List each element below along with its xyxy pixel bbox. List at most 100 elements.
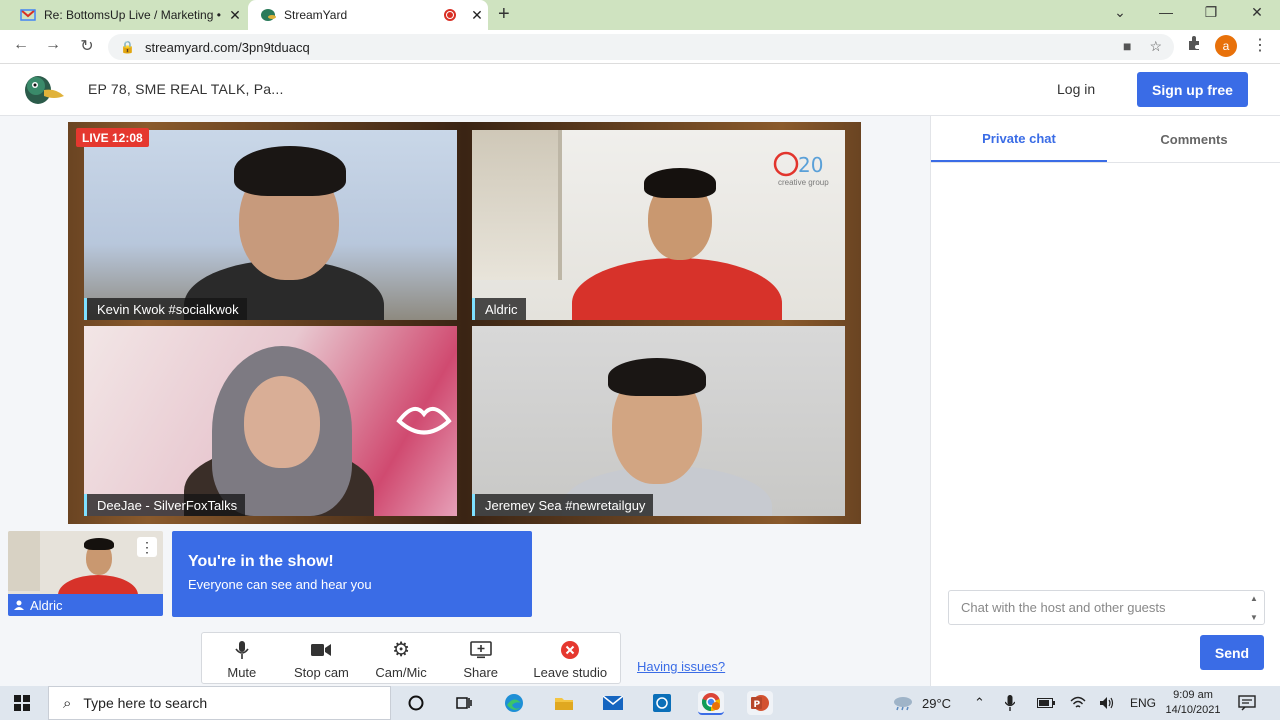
- window-blind: [472, 130, 562, 280]
- close-circle-icon: [560, 639, 580, 661]
- tab-title: StreamYard: [284, 8, 348, 22]
- language-indicator[interactable]: ENG: [1130, 686, 1156, 720]
- participant-name: Kevin Kwok #socialkwok: [84, 298, 247, 320]
- video-tile[interactable]: Jeremey Sea #newretailguy: [472, 326, 845, 516]
- taskbar-search-text: Type here to search: [83, 695, 208, 711]
- camera-in-use-icon[interactable]: ■: [1123, 38, 1131, 55]
- wifi-icon[interactable]: [1070, 686, 1086, 720]
- taskbar-clock[interactable]: 9:09 am 14/10/2021: [1160, 688, 1226, 718]
- restore-icon[interactable]: ❐: [1201, 4, 1221, 21]
- windows-start-icon[interactable]: [14, 695, 30, 711]
- new-tab-button[interactable]: +: [498, 3, 510, 26]
- login-link[interactable]: Log in: [1057, 81, 1095, 97]
- recording-indicator-icon: [444, 9, 456, 21]
- participant-figure: [84, 538, 114, 550]
- dell-app-icon[interactable]: [649, 691, 675, 715]
- chrome-icon[interactable]: [698, 691, 724, 715]
- url-text: streamyard.com/3pn9tduacq: [144, 39, 310, 55]
- participant-name: Jeremey Sea #newretailguy: [472, 494, 654, 516]
- notifications-icon[interactable]: [1238, 686, 1256, 720]
- mail-icon[interactable]: [600, 691, 626, 715]
- back-icon[interactable]: ←: [10, 36, 32, 54]
- bookmark-star-icon[interactable]: ☆: [1149, 38, 1162, 55]
- stop-cam-button[interactable]: Stop cam: [282, 633, 362, 685]
- cortana-icon[interactable]: [403, 691, 429, 715]
- reload-icon[interactable]: ↻: [76, 36, 98, 56]
- tab-comments[interactable]: Comments: [1107, 116, 1280, 162]
- svg-text:P: P: [754, 700, 761, 710]
- more-options-icon[interactable]: ⋮: [137, 537, 157, 557]
- share-screen-button[interactable]: Share: [441, 633, 521, 685]
- send-button[interactable]: Send: [1200, 635, 1264, 670]
- site-header: EP 78, SME REAL TALK, Pa... Log in Sign …: [0, 64, 1280, 116]
- edge-browser-icon[interactable]: [501, 691, 527, 715]
- participant-figure: [572, 258, 782, 320]
- cam-mic-settings-button[interactable]: ⚙ Cam/Mic: [361, 633, 441, 685]
- self-preview[interactable]: ⋮ Aldric: [8, 531, 163, 616]
- close-tab-icon[interactable]: ✕: [224, 7, 246, 24]
- neon-lips-icon: [396, 406, 452, 435]
- in-show-status-card: You're in the show! Everyone can see and…: [172, 531, 532, 617]
- browser-tab-strip: Re: BottomsUp Live / Marketing • ✕ Strea…: [0, 0, 1280, 30]
- video-tile[interactable]: Kevin Kwok #socialkwok: [84, 130, 457, 320]
- streamyard-logo[interactable]: [22, 72, 66, 108]
- microphone-icon: [235, 639, 249, 661]
- mute-button[interactable]: Mute: [202, 633, 282, 685]
- tab-private-chat[interactable]: Private chat: [931, 116, 1107, 162]
- live-badge: LIVE 12:08: [76, 128, 149, 147]
- lock-icon: 🔒: [120, 40, 135, 54]
- chat-panel: Private chat Comments Send: [930, 116, 1280, 686]
- browser-menu-icon[interactable]: ⋮: [1252, 35, 1268, 55]
- share-label: Share: [463, 664, 499, 680]
- file-explorer-icon[interactable]: [551, 691, 577, 715]
- volume-icon[interactable]: [1099, 686, 1115, 720]
- tab-search-icon[interactable]: ⌄: [1110, 4, 1130, 21]
- url-field[interactable]: 🔒 streamyard.com/3pn9tduacq ■ ☆: [108, 34, 1174, 60]
- tab-divider: [931, 162, 1280, 163]
- camera-icon: [311, 639, 332, 661]
- leave-studio-button[interactable]: Leave studio: [521, 633, 621, 685]
- participant-figure: [244, 376, 320, 468]
- mute-label: Mute: [227, 664, 257, 680]
- gmail-icon: [20, 7, 36, 23]
- extensions-icon[interactable]: [1186, 35, 1202, 51]
- browser-tab-streamyard[interactable]: StreamYard ✕: [248, 0, 488, 30]
- broadcast-stage: LIVE 12:08 Kevin Kwok #socialkwok 20 cre…: [68, 122, 861, 524]
- show-hidden-icons-icon[interactable]: ⌃: [974, 686, 985, 720]
- minimize-icon[interactable]: —: [1156, 4, 1176, 20]
- windows-taskbar: ⌕ Type here to search P 29°C ⌃ ENG 9:09 …: [0, 686, 1280, 720]
- tab-title: Re: BottomsUp Live / Marketing •: [44, 8, 221, 22]
- self-name-bar: Aldric: [8, 594, 163, 616]
- weather-widget[interactable]: 29°C: [892, 686, 951, 720]
- video-tile[interactable]: 20 creative group Aldric: [472, 130, 845, 320]
- task-view-icon[interactable]: [451, 691, 477, 715]
- taskbar-search[interactable]: ⌕ Type here to search: [48, 686, 391, 720]
- self-name: Aldric: [30, 597, 63, 613]
- participant-name: Aldric: [472, 298, 526, 320]
- profile-avatar[interactable]: a: [1215, 35, 1237, 57]
- clock-time: 9:09 am: [1173, 689, 1213, 701]
- battery-icon[interactable]: [1037, 686, 1055, 720]
- leave-label: Leave studio: [533, 664, 608, 680]
- stop-cam-label: Stop cam: [293, 664, 349, 680]
- person-icon: [14, 600, 24, 610]
- close-window-icon[interactable]: ✕: [1247, 4, 1267, 21]
- svg-text:20: 20: [798, 153, 823, 177]
- window-blind: [8, 531, 40, 591]
- video-tile[interactable]: DeeJae - SilverFoxTalks: [84, 326, 457, 516]
- clock-date: 14/10/2021: [1165, 704, 1221, 716]
- microphone-tray-icon[interactable]: [1005, 686, 1015, 720]
- forward-icon[interactable]: →: [42, 36, 64, 54]
- show-title: EP 78, SME REAL TALK, Pa...: [88, 81, 284, 97]
- chat-input[interactable]: [948, 590, 1265, 625]
- signup-button[interactable]: Sign up free: [1137, 72, 1248, 107]
- cam-mic-label: Cam/Mic: [375, 664, 427, 680]
- close-tab-icon[interactable]: ✕: [466, 7, 488, 24]
- search-icon: ⌕: [63, 694, 72, 712]
- address-bar: ← → ↻ 🔒 streamyard.com/3pn9tduacq ■ ☆ a …: [0, 30, 1280, 64]
- browser-tab-gmail[interactable]: Re: BottomsUp Live / Marketing • ✕: [8, 0, 246, 30]
- having-issues-link[interactable]: Having issues?: [637, 659, 725, 674]
- input-scroll-arrows-icon[interactable]: ▲ ▼: [1246, 592, 1262, 624]
- participant-name: DeeJae - SilverFoxTalks: [84, 494, 246, 516]
- powerpoint-icon[interactable]: P: [747, 691, 773, 715]
